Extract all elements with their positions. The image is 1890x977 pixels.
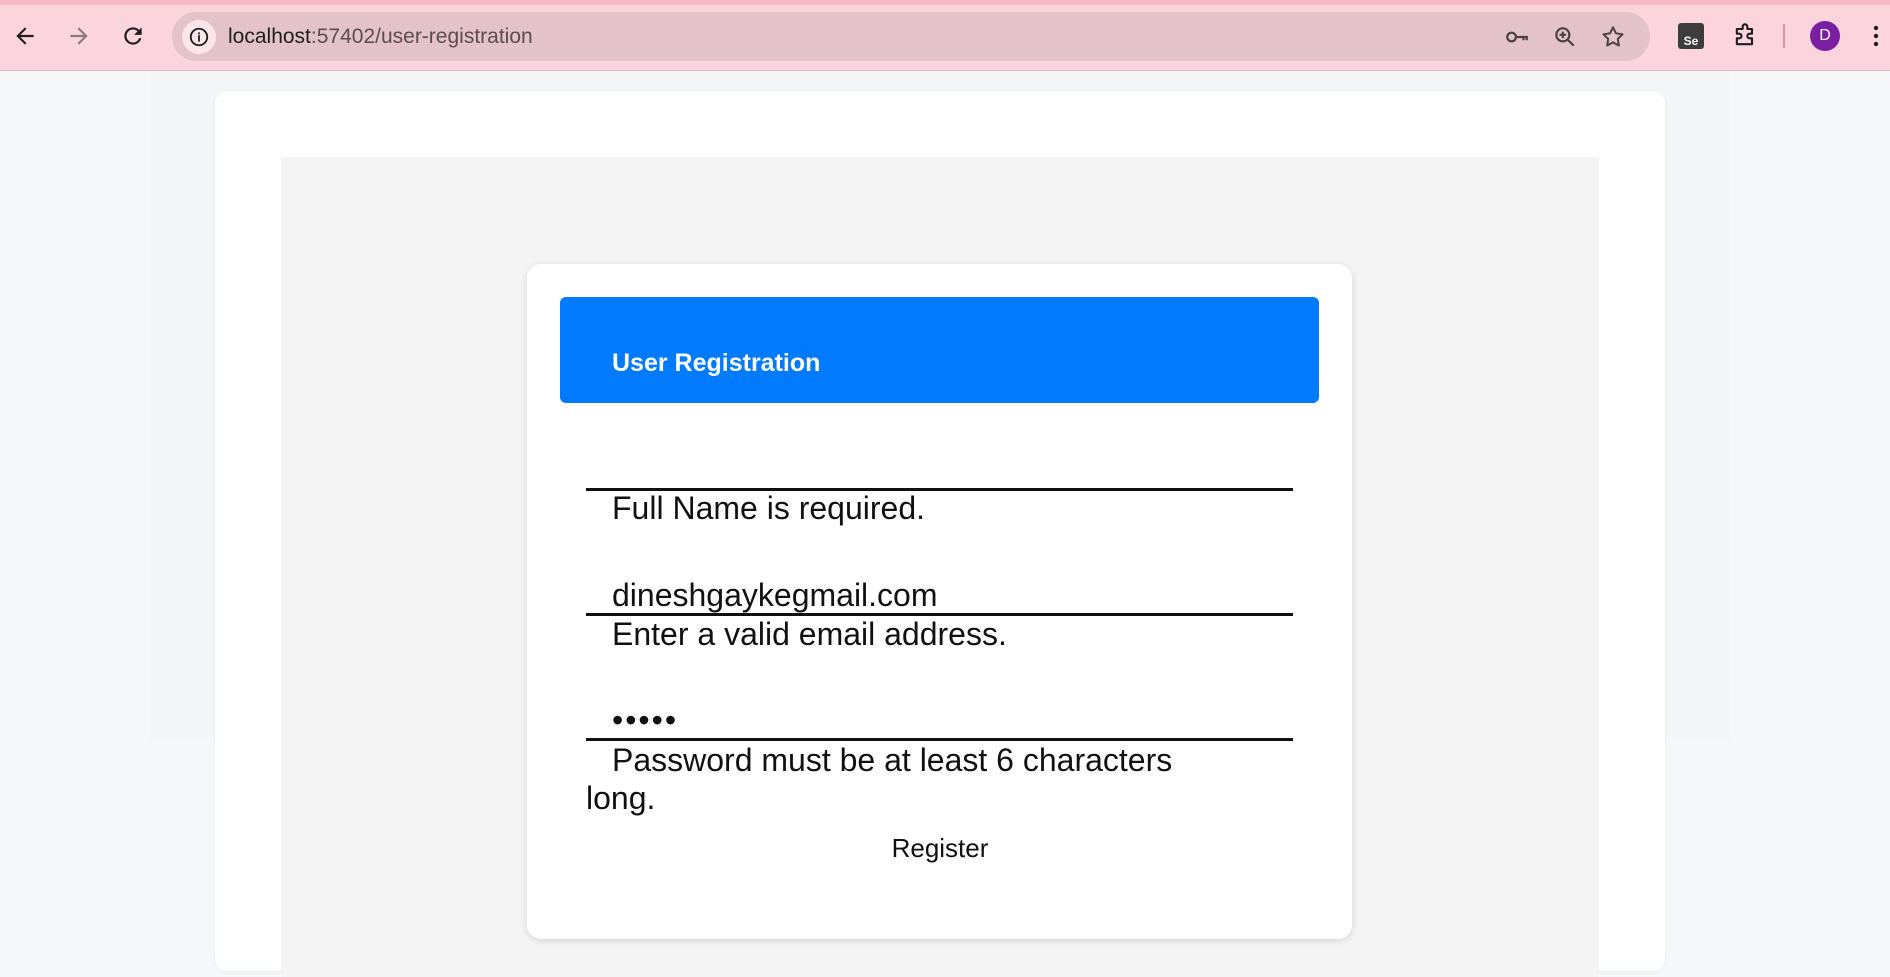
form-header: User Registration [560, 297, 1319, 403]
more-vertical-icon [1873, 25, 1879, 47]
star-icon [1602, 26, 1624, 47]
key-icon [1506, 31, 1528, 43]
reload-button[interactable] [113, 16, 153, 56]
url-host: localhost [228, 25, 311, 48]
reload-icon [124, 27, 142, 45]
selenium-extension-label: Se [1683, 34, 1699, 48]
full-name-input[interactable] [586, 455, 1293, 491]
arrow-left-icon [16, 27, 34, 45]
selenium-extension-icon[interactable]: Se [1678, 23, 1704, 49]
toolbar-divider [1783, 24, 1785, 48]
password-input[interactable] [586, 703, 1293, 741]
password-error-line1: Password must be at least 6 characters [612, 742, 1173, 778]
browser-menu-button[interactable] [1868, 22, 1884, 50]
email-error: Enter a valid email address. [612, 616, 1007, 652]
full-name-error: Full Name is required. [612, 490, 925, 526]
profile-avatar[interactable]: D [1810, 21, 1840, 51]
forward-button[interactable] [59, 16, 99, 56]
browser-toolbar: localhost:57402/user-registration Se D [0, 0, 1890, 71]
back-button[interactable] [5, 16, 45, 56]
profile-initial: D [1819, 27, 1831, 44]
site-info-button[interactable] [182, 20, 216, 54]
zoom-button[interactable] [1552, 24, 1578, 50]
url-path: :57402/user-registration [310, 25, 533, 48]
zoom-in-icon [1555, 27, 1575, 47]
address-bar[interactable]: localhost:57402/user-registration [172, 12, 1650, 61]
info-icon [189, 27, 209, 47]
puzzle-icon [1735, 23, 1754, 46]
url-text[interactable]: localhost:57402/user-registration [228, 25, 533, 49]
password-error-line2: long. [586, 780, 656, 816]
arrow-right-icon [70, 27, 88, 45]
tab-strip [0, 0, 1890, 5]
email-input[interactable] [586, 578, 1293, 616]
extensions-button[interactable] [1731, 22, 1759, 50]
password-error: Password must be at least 6 characters l… [586, 741, 1232, 817]
register-button[interactable]: Register [880, 830, 1000, 866]
bookmark-button[interactable] [1600, 24, 1626, 50]
password-key-button[interactable] [1504, 24, 1530, 50]
form-title: User Registration [612, 349, 821, 377]
